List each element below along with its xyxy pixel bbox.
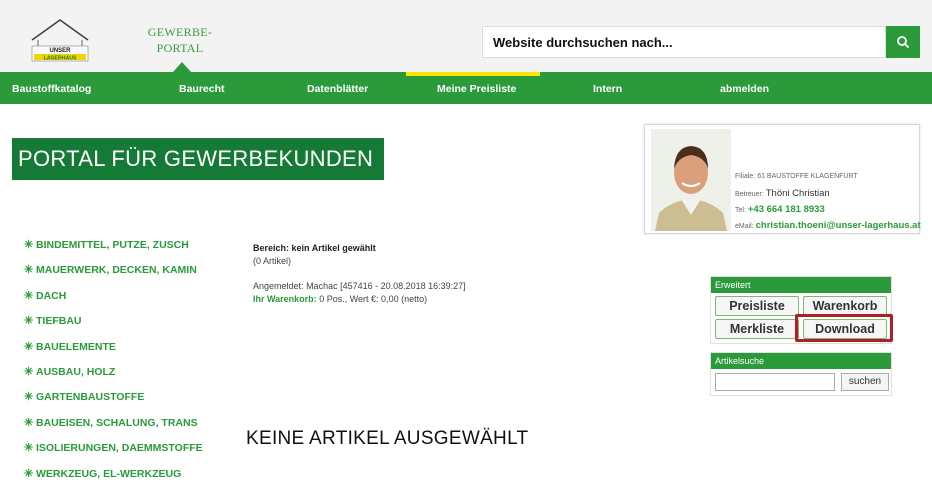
- contact-photo: [651, 129, 731, 231]
- contact-filiale-label: Filiale:: [735, 173, 756, 180]
- nav-item-abmelden[interactable]: abmelden: [720, 72, 769, 104]
- portal-pointer: [173, 62, 191, 72]
- logo-text-lagerhaus: LAGERHAUS: [44, 56, 77, 62]
- bullet-icon: ✳: [24, 391, 34, 404]
- category-item[interactable]: ✳ BAUEISEN, SCHALUNG, TRANS: [24, 416, 203, 441]
- category-label[interactable]: DACH: [36, 290, 66, 302]
- category-item[interactable]: ✳ AUSBAU, HOLZ: [24, 365, 203, 390]
- category-item[interactable]: ✳ DACH: [24, 289, 203, 314]
- merkliste-button[interactable]: Merkliste: [715, 319, 799, 339]
- contact-betreuer: Betreuer: Thöni Christian: [735, 188, 830, 199]
- nav-active-indicator: [406, 72, 540, 76]
- bullet-icon: ✳: [24, 467, 34, 480]
- category-label[interactable]: BAUEISEN, SCHALUNG, TRANS: [36, 417, 198, 429]
- warenkorb-line: Ihr Warenkorb: 0 Pos., Wert €: 0,00 (net…: [253, 293, 466, 306]
- contact-betreuer-value: Thöni Christian: [765, 188, 830, 199]
- search-input[interactable]: Website durchsuchen nach...: [482, 26, 886, 58]
- page-title: PORTAL FÜR GEWERBEKUNDEN: [12, 138, 384, 180]
- main-nav: Baustoffkatalog Baurecht Datenblätter Me…: [0, 72, 932, 104]
- angemeldet-value: Machac [457416 - 20.08.2018 16:39:27]: [306, 281, 466, 291]
- bullet-icon: ✳: [24, 340, 34, 353]
- nav-item-meine-preisliste[interactable]: Meine Preisliste: [437, 72, 516, 104]
- category-item[interactable]: ✳ TIEFBAU: [24, 314, 203, 339]
- portal-label-line2: PORTAL: [156, 41, 204, 55]
- contact-tel-value[interactable]: +43 664 181 8933: [748, 204, 825, 215]
- bullet-icon: ✳: [24, 315, 34, 328]
- category-label[interactable]: AUSBAU, HOLZ: [36, 366, 115, 378]
- bullet-icon: ✳: [24, 264, 34, 277]
- bullet-icon: ✳: [24, 416, 34, 429]
- selection-info: Bereich: kein Artikel gewählt (0 Artikel…: [253, 242, 466, 306]
- nav-item-baustoffkatalog[interactable]: Baustoffkatalog: [12, 72, 91, 104]
- artikelsuche-title: Artikelsuche: [711, 353, 891, 369]
- contact-card: Filiale: 61 BAUSTOFFE KLAGENFURT Betreue…: [644, 124, 921, 234]
- artikel-count: (0 Artikel): [253, 256, 292, 266]
- contact-tel: Tel: +43 664 181 8933: [735, 204, 825, 215]
- contact-filiale-value: 61 BAUSTOFFE KLAGENFURT: [757, 173, 858, 180]
- artikelsuche-panel: Artikelsuche suchen: [710, 352, 892, 396]
- download-highlight: [795, 314, 893, 342]
- nav-item-datenblaetter[interactable]: Datenblätter: [307, 72, 368, 104]
- category-label[interactable]: BINDEMITTEL, PUTZE, ZUSCH: [36, 239, 189, 251]
- artikelsuche-input[interactable]: [715, 373, 835, 391]
- contact-filiale: Filiale: 61 BAUSTOFFE KLAGENFURT: [735, 173, 858, 180]
- warenkorb-value: 0 Pos., Wert €: 0,00 (netto): [319, 294, 428, 304]
- bullet-icon: ✳: [24, 365, 34, 378]
- search-button[interactable]: [886, 26, 920, 58]
- erweitert-title: Erweitert: [711, 277, 891, 293]
- lagerhaus-logo[interactable]: UNSER LAGERHAUS: [28, 16, 92, 64]
- header: UNSER LAGERHAUS GEWERBE- PORTAL Website …: [0, 0, 932, 72]
- nav-item-intern[interactable]: Intern: [593, 72, 622, 104]
- category-item[interactable]: ✳ BINDEMITTEL, PUTZE, ZUSCH: [24, 238, 203, 263]
- portal-label-line1: GEWERBE-: [147, 25, 213, 39]
- bereich-text: Bereich: kein Artikel gewählt: [253, 243, 376, 253]
- artikelsuche-button[interactable]: suchen: [841, 373, 889, 391]
- contact-betreuer-label: Betreuer:: [735, 191, 764, 198]
- category-label[interactable]: ISOLIERUNGEN, DAEMMSTOFFE: [36, 442, 203, 454]
- category-item[interactable]: ✳ BAUELEMENTE: [24, 340, 203, 365]
- contact-email: eMail: christian.thoeni@unser-lagerhaus.…: [735, 220, 921, 231]
- category-label[interactable]: MAUERWERK, DECKEN, KAMIN: [36, 264, 197, 276]
- nav-item-baurecht[interactable]: Baurecht: [179, 72, 225, 104]
- category-item[interactable]: ✳ GARTENBAUSTOFFE: [24, 390, 203, 415]
- contact-tel-label: Tel:: [735, 207, 746, 214]
- contact-email-label: eMail:: [735, 223, 754, 230]
- category-item[interactable]: ✳ ISOLIERUNGEN, DAEMMSTOFFE: [24, 441, 203, 466]
- preisliste-button[interactable]: Preisliste: [715, 296, 799, 316]
- category-item[interactable]: ✳ WERKZEUG, EL-WERKZEUG: [24, 467, 203, 482]
- category-label[interactable]: WERKZEUG, EL-WERKZEUG: [36, 468, 181, 480]
- portal-label[interactable]: GEWERBE- PORTAL: [144, 24, 216, 56]
- category-list: ✳ BINDEMITTEL, PUTZE, ZUSCH ✳ MAUERWERK, D…: [24, 238, 203, 482]
- category-label[interactable]: TIEFBAU: [36, 315, 82, 327]
- contact-email-value[interactable]: christian.thoeni@unser-lagerhaus.at: [756, 220, 921, 231]
- category-item[interactable]: ✳ MAUERWERK, DECKEN, KAMIN: [24, 263, 203, 288]
- warenkorb-button[interactable]: Warenkorb: [803, 296, 887, 316]
- category-label[interactable]: GARTENBAUSTOFFE: [36, 391, 144, 403]
- angemeldet-label: Angemeldet:: [253, 281, 304, 291]
- warenkorb-label[interactable]: Ihr Warenkorb:: [253, 294, 317, 304]
- angemeldet-line: Angemeldet: Machac [457416 - 20.08.2018 …: [253, 280, 466, 293]
- bullet-icon: ✳: [24, 442, 34, 455]
- category-label[interactable]: BAUELEMENTE: [36, 341, 116, 353]
- logo-text-unser: UNSER: [49, 48, 71, 54]
- bullet-icon: ✳: [24, 239, 34, 251]
- no-article-message: KEINE ARTIKEL AUSGEWÄHLT: [246, 428, 529, 449]
- bullet-icon: ✳: [24, 289, 34, 302]
- search-icon: [897, 36, 909, 48]
